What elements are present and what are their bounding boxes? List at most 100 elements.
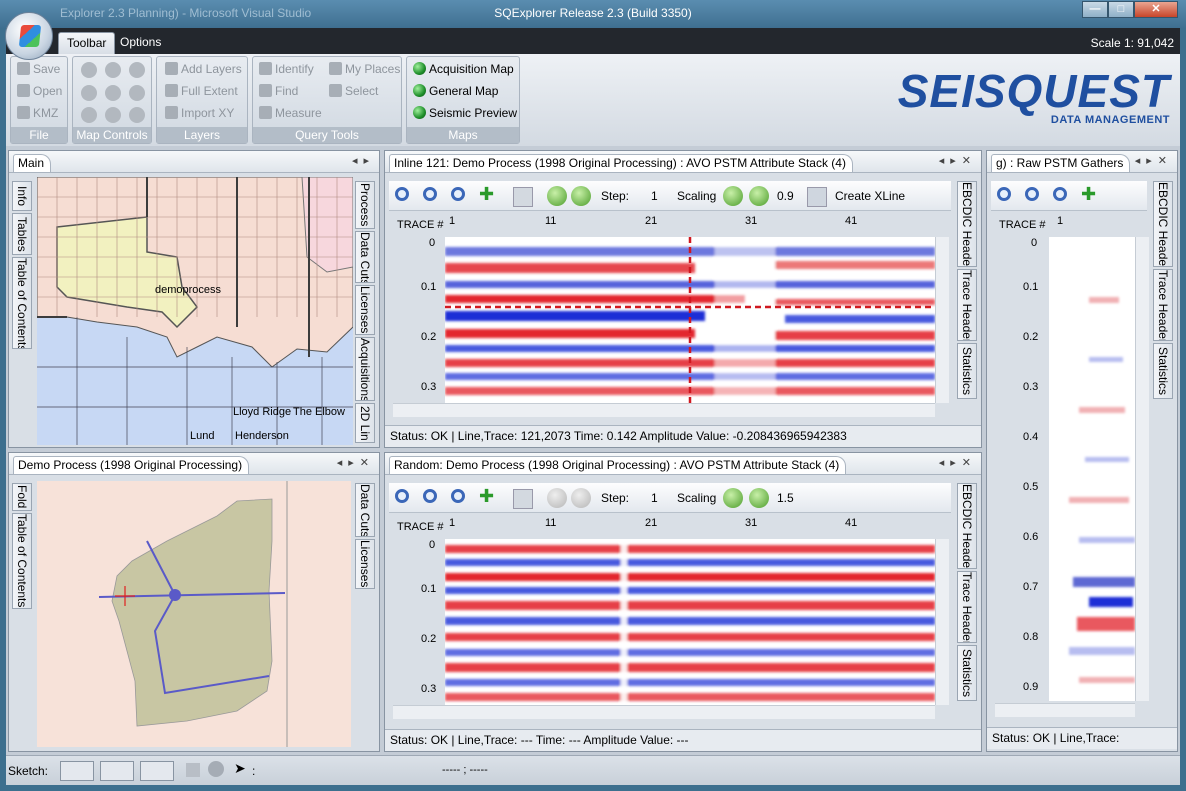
identify-button[interactable]: Identify [259,59,314,79]
panel-title-main[interactable]: Main [13,154,52,172]
window-titlebar[interactable]: Explorer 2.3 Planning) - Microsoft Visua… [0,0,1186,28]
create-xline-icon[interactable] [807,187,827,207]
main-map[interactable]: demoprocess Lloyd Ridge The Elbow Lund H… [37,177,353,445]
scaling-down-icon[interactable] [723,186,743,206]
tab-info[interactable]: Info [12,181,32,211]
step-value[interactable]: 1 [651,491,658,505]
measure-button[interactable]: Measure [259,103,322,123]
tab-statistics[interactable]: Statistics [957,645,977,701]
tab-ebcdic-header[interactable]: EBCDIC Header [957,181,977,267]
zoom-in-icon[interactable] [81,62,97,78]
panel-nav-arrows[interactable]: ◂▸✕ [939,456,977,469]
select-arrow-icon[interactable]: ➤ [234,760,246,777]
tab-tables[interactable]: Tables [12,213,32,255]
zoom-previous-icon[interactable] [105,62,121,78]
tab-trace-header[interactable]: Trace Header [957,269,977,341]
acquisition-map-button[interactable]: Acquisition Map [413,59,514,79]
next-arrow-icon[interactable] [571,186,591,206]
line-style-dropdown[interactable] [100,761,134,781]
horizontal-scrollbar[interactable] [393,705,935,719]
zoom-extent-icon[interactable] [1053,187,1073,207]
previous-arrow-icon[interactable] [547,186,567,206]
step-value[interactable]: 1 [651,189,658,203]
pan-icon[interactable] [81,107,97,123]
refresh-icon[interactable] [129,62,145,78]
minimize-button[interactable]: — [1082,1,1108,18]
tab-table-of-contents[interactable]: Table of Contents [12,513,32,609]
zoom-out-icon[interactable] [1025,187,1045,207]
general-map-button[interactable]: General Map [413,81,498,101]
settings-icon[interactable] [513,187,533,207]
horizontal-scrollbar[interactable] [393,403,935,417]
camera-icon[interactable] [129,85,145,101]
tab-data-cuts[interactable]: Data Cuts [355,231,375,283]
tab-2d-lines[interactable]: 2D Lin [355,403,375,443]
import-xy-button[interactable]: Import XY [165,103,234,123]
panel-title-demo-process[interactable]: Demo Process (1998 Original Processing) [13,456,250,474]
tab-options[interactable]: Options [112,32,169,54]
tab-trace-header[interactable]: Trace Header [957,571,977,643]
panel-nav-arrows[interactable]: ◂▸✕ [939,154,977,167]
select-button[interactable]: Select [329,81,378,101]
tab-ebcdic-header[interactable]: EBCDIC Header [1153,181,1173,267]
create-xline-button[interactable]: Create XLine [835,189,905,203]
tab-process[interactable]: Process [355,181,375,229]
application-menu-button[interactable] [5,12,53,60]
vertical-scrollbar[interactable] [935,539,949,705]
settings-icon[interactable] [513,489,533,509]
tab-toolbar[interactable]: Toolbar [58,32,116,54]
pan-icon[interactable]: ✚ [479,486,499,506]
print-icon[interactable] [105,107,121,123]
maximize-button[interactable]: □ [1108,1,1134,18]
open-button[interactable]: Open [17,81,62,101]
zoom-out-icon[interactable] [81,85,97,101]
panel-nav-arrows[interactable]: ◂▸✕ [337,456,375,469]
zoom-in-icon[interactable] [997,187,1017,207]
tab-licenses[interactable]: Licenses [355,285,375,335]
next-arrow-icon[interactable] [571,488,591,508]
zoom-extent-icon[interactable] [451,489,471,509]
tab-licenses[interactable]: Licenses [355,539,375,589]
zoom-out-icon[interactable] [423,489,443,509]
panel-title-inline[interactable]: Inline 121: Demo Process (1998 Original … [389,154,853,172]
tab-data-cuts[interactable]: Data Cuts [355,483,375,537]
previous-arrow-icon[interactable] [547,488,567,508]
scaling-down-icon[interactable] [723,488,743,508]
zoom-in-icon[interactable] [395,187,415,207]
add-layers-button[interactable]: Add Layers [165,59,242,79]
tab-fold[interactable]: Fold [12,483,32,511]
zoom-out-icon[interactable] [423,187,443,207]
horizontal-scrollbar[interactable] [995,703,1135,717]
my-places-button[interactable]: My Places [329,59,400,79]
tab-statistics[interactable]: Statistics [957,343,977,399]
eraser-dropdown[interactable] [140,761,174,781]
zoom-extent-icon[interactable] [451,187,471,207]
vertical-scrollbar[interactable] [1135,237,1149,701]
raw-gathers-section[interactable] [1049,237,1135,701]
tab-ebcdic-header[interactable]: EBCDIC Header [957,483,977,569]
full-extent-button[interactable]: Full Extent [165,81,238,101]
find-button[interactable]: Find [259,81,298,101]
random-seismic-section[interactable] [445,539,935,705]
zoom-in-icon[interactable] [395,489,415,509]
panel-nav-arrows[interactable]: ◂▸✕ [1135,154,1173,167]
tab-acquisitions[interactable]: Acquisitions [355,337,375,401]
panel-nav-arrows[interactable]: ◂▸ [352,154,375,167]
vertical-scrollbar[interactable] [935,237,949,403]
pen-tool-dropdown[interactable] [60,761,94,781]
inline-seismic-section[interactable] [445,237,935,403]
clear-icon[interactable] [208,761,224,777]
close-button[interactable]: ✕ [1134,1,1178,18]
save-button[interactable]: Save [17,59,60,79]
panel-title-random[interactable]: Random: Demo Process (1998 Original Proc… [389,456,847,474]
panel-title-raw-gathers[interactable]: g) : Raw PSTM Gathers [991,154,1131,172]
survey-map[interactable] [37,481,351,747]
tab-statistics[interactable]: Statistics [1153,343,1173,399]
tab-trace-header[interactable]: Trace Header [1153,269,1173,341]
scaling-up-icon[interactable] [749,186,769,206]
tab-table-of-contents[interactable]: Table of Contents [12,257,32,349]
pan-icon[interactable]: ✚ [479,184,499,204]
scaling-up-icon[interactable] [749,488,769,508]
text-tool-icon[interactable] [186,763,200,777]
kmz-button[interactable]: KMZ [17,103,58,123]
